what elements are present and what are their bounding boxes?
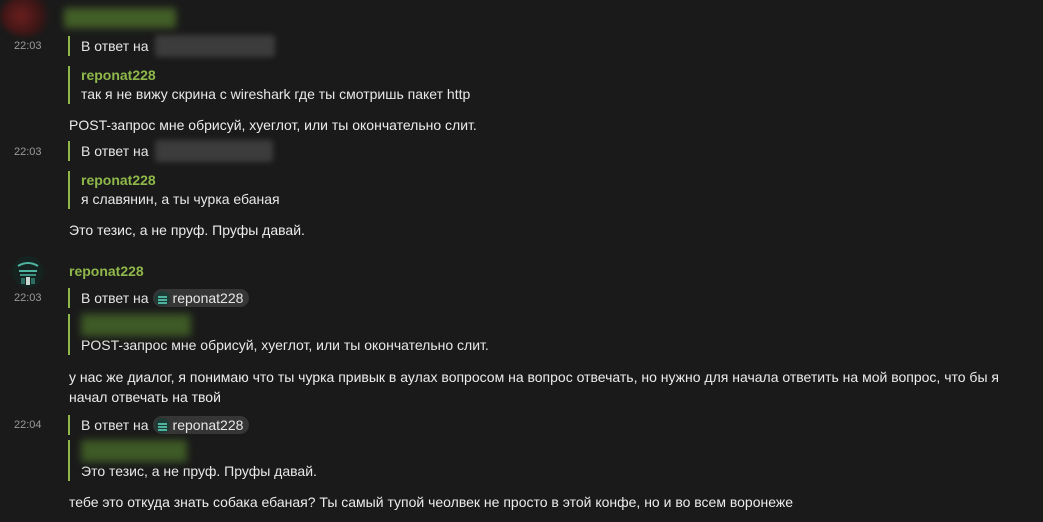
avatar-icon[interactable] — [12, 256, 44, 288]
reply-label: В ответ на — [81, 290, 149, 306]
quote-author: reponat228 — [81, 172, 156, 188]
reply-target-chip[interactable]: reponat228 — [152, 416, 250, 434]
quoted-message[interactable]: reponat228 я славянин, а ты чурка ебаная — [68, 171, 280, 209]
timestamp: 22:03 — [14, 40, 42, 52]
quote-text: я славянин, а ты чурка ебаная — [81, 191, 280, 207]
reply-target-chip[interactable]: reponat228 — [152, 289, 250, 307]
quoted-message[interactable]: reponat228 так я не вижу скрина с wiresh… — [68, 66, 470, 104]
reply-label: В ответ на — [81, 417, 149, 433]
quoted-message[interactable]: Это тезис, а не пруф. Пруфы давай. — [68, 440, 317, 481]
avatar-blurred[interactable] — [0, 0, 52, 36]
mini-avatar-icon — [154, 290, 170, 306]
message-text: тебе это откуда знать собака ебаная? Ты … — [69, 494, 794, 510]
message-text: у нас же диалог, я понимаю что ты чурка … — [69, 369, 999, 405]
reply-label: В ответ на — [81, 143, 149, 159]
quote-author-blurred — [81, 440, 187, 462]
quote-author: reponat228 — [81, 67, 156, 83]
author-name-blurred[interactable] — [64, 8, 176, 28]
mini-avatar-icon — [154, 417, 170, 433]
message-text: POST-запрос мне обрисуй, хуеглот, или ты… — [69, 117, 477, 133]
reply-header[interactable]: В ответ на — [68, 140, 273, 162]
reply-target-blurred[interactable] — [154, 140, 273, 162]
chat-window: 22:03 В ответ на reponat228 так я не виж… — [0, 0, 1043, 522]
quote-text: так я не вижу скрина с wireshark где ты … — [81, 86, 471, 102]
reply-target-name: reponat228 — [172, 290, 244, 306]
reply-header[interactable]: В ответ на — [68, 35, 275, 57]
author-name[interactable]: reponat228 — [69, 263, 144, 279]
quote-text: Это тезис, а не пруф. Пруфы давай. — [81, 463, 317, 479]
timestamp: 22:04 — [14, 419, 42, 431]
quote-author-blurred — [81, 314, 191, 336]
quote-text: POST-запрос мне обрисуй, хуеглот, или ты… — [81, 337, 489, 353]
reply-label: В ответ на — [81, 38, 149, 54]
quoted-message[interactable]: POST-запрос мне обрисуй, хуеглот, или ты… — [68, 314, 489, 355]
reply-target-name: reponat228 — [172, 417, 244, 433]
reply-header[interactable]: В ответ на reponat228 — [68, 288, 250, 308]
timestamp: 22:03 — [14, 146, 42, 158]
reply-target-blurred[interactable] — [154, 35, 275, 57]
timestamp: 22:03 — [14, 292, 42, 304]
reply-header[interactable]: В ответ на reponat228 — [68, 415, 250, 435]
message-text: Это тезис, а не пруф. Пруфы давай. — [69, 222, 305, 238]
